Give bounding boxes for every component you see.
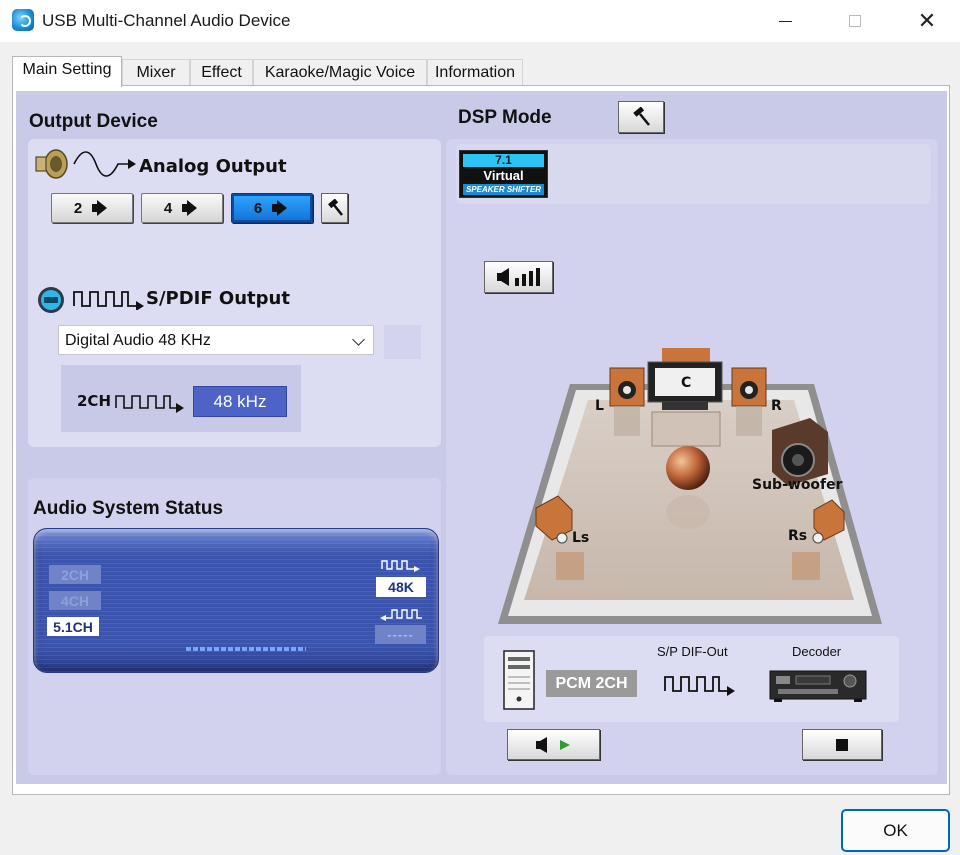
speaker-icon bbox=[92, 200, 110, 216]
left-surround-label: Ls bbox=[572, 530, 590, 546]
tab-main-setting[interactable]: Main Setting bbox=[12, 56, 122, 87]
analog-settings-button[interactable] bbox=[321, 193, 348, 223]
level-meter bbox=[186, 647, 306, 651]
analog-wave-icon bbox=[73, 151, 136, 177]
title-bar: USB Multi-Channel Audio Device ✕ bbox=[0, 0, 960, 42]
format-indicator: PCM 2CH bbox=[546, 670, 637, 697]
hammer-icon bbox=[327, 199, 343, 216]
spdif-output-label: S/PDIF Output bbox=[146, 288, 290, 309]
pc-tower-icon bbox=[503, 650, 535, 710]
volume-bars-icon bbox=[496, 268, 540, 286]
chevron-down-icon bbox=[352, 333, 365, 346]
decoder-label: Decoder bbox=[792, 644, 842, 659]
logo-top-text: 7.1 bbox=[463, 154, 544, 167]
subwoofer-label: Sub-woofer bbox=[752, 477, 843, 493]
speaker-icon bbox=[182, 200, 200, 216]
speaker-6-button[interactable]: 6 bbox=[231, 193, 313, 223]
virtual-speaker-shifter-button[interactable]: 7.1 Virtual SPEAKER SHIFTER bbox=[459, 150, 548, 198]
hammer-icon bbox=[633, 107, 650, 126]
tab-karaoke-magic-voice[interactable]: Karaoke/Magic Voice bbox=[253, 59, 427, 86]
dsp-settings-button[interactable] bbox=[618, 101, 664, 133]
right-speaker bbox=[731, 367, 767, 436]
window-title: USB Multi-Channel Audio Device bbox=[42, 11, 291, 30]
spdif-rate-badge: 48 kHz bbox=[193, 386, 287, 417]
channel-2ch-indicator: 2CH bbox=[49, 565, 101, 584]
speaker-2-button[interactable]: 2 bbox=[51, 193, 133, 223]
speaker-4-label: 4 bbox=[163, 199, 173, 217]
stop-button[interactable] bbox=[802, 729, 882, 760]
speaker-6-label: 6 bbox=[253, 199, 263, 217]
analog-output-label: Analog Output bbox=[139, 156, 287, 177]
input-rate-indicator: ----- bbox=[375, 625, 426, 644]
dropdown-side-box bbox=[384, 325, 421, 359]
maximize-icon bbox=[849, 15, 861, 27]
input-wave-icon bbox=[380, 609, 422, 621]
speaker-2-label: 2 bbox=[73, 199, 83, 217]
speaker-icon bbox=[272, 200, 290, 216]
ok-button[interactable]: OK bbox=[841, 809, 950, 852]
digital-wave-icon bbox=[664, 676, 735, 696]
test-play-button[interactable] bbox=[507, 729, 600, 760]
close-button[interactable]: ✕ bbox=[904, 0, 950, 42]
speaker-4-button[interactable]: 4 bbox=[141, 193, 223, 223]
minimize-icon bbox=[778, 20, 792, 22]
spdif-format-dropdown[interactable]: Digital Audio 48 KHz bbox=[58, 325, 374, 355]
output-device-heading: Output Device bbox=[29, 111, 158, 132]
logo-middle-text: Virtual bbox=[483, 168, 524, 183]
speaker-level-button[interactable] bbox=[484, 261, 553, 293]
right-surround-label: Rs bbox=[788, 528, 808, 544]
tab-mixer[interactable]: Mixer bbox=[122, 59, 190, 86]
speaker-play-icon bbox=[535, 736, 570, 753]
app-window: USB Multi-Channel Audio Device ✕ Main Se… bbox=[0, 0, 960, 855]
spdif-out-label: S/P DIF-Out bbox=[657, 644, 728, 659]
decoder-receiver-icon bbox=[769, 670, 867, 702]
dsp-mode-heading: DSP Mode bbox=[458, 107, 552, 128]
stop-icon bbox=[836, 738, 848, 751]
center-speaker bbox=[647, 348, 723, 447]
subwoofer bbox=[772, 418, 828, 486]
left-speaker-label: L bbox=[595, 398, 604, 414]
digital-wave-icon bbox=[115, 395, 184, 413]
tab-information[interactable]: Information bbox=[427, 59, 523, 86]
spdif-format-value: Digital Audio 48 KHz bbox=[65, 332, 211, 349]
audio-status-heading: Audio System Status bbox=[33, 498, 224, 519]
digital-wave-icon bbox=[73, 291, 144, 310]
app-logo-icon bbox=[12, 9, 34, 31]
close-icon: ✕ bbox=[917, 8, 937, 33]
maximize-button bbox=[832, 0, 878, 42]
output-wave-icon bbox=[381, 560, 420, 572]
logo-bottom-text: SPEAKER SHIFTER bbox=[463, 184, 544, 195]
tab-effect[interactable]: Effect bbox=[190, 59, 253, 86]
left-speaker bbox=[609, 367, 645, 436]
center-speaker-label: C bbox=[681, 375, 692, 391]
sample-rate-indicator: 48K bbox=[376, 577, 426, 597]
minimize-button[interactable] bbox=[762, 0, 808, 42]
right-speaker-label: R bbox=[771, 398, 782, 414]
spdif-disc-icon bbox=[38, 287, 64, 313]
channel-51ch-indicator: 5.1CH bbox=[47, 617, 99, 636]
channel-4ch-indicator: 4CH bbox=[49, 591, 101, 610]
spdif-channel-text: 2CH bbox=[77, 392, 111, 410]
speaker-cone-icon bbox=[35, 149, 68, 179]
